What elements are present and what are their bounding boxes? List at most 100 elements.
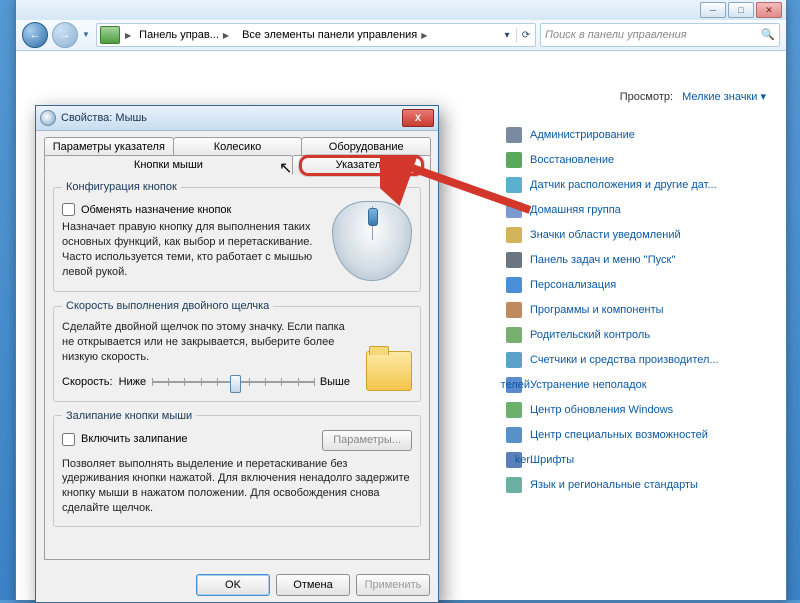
item-icon bbox=[506, 152, 522, 168]
speed-slider[interactable] bbox=[152, 373, 314, 391]
click-lock-checkbox[interactable]: Включить залипание bbox=[62, 433, 314, 446]
slider-high-label: Выше bbox=[320, 376, 350, 388]
item-label: Датчик расположения и другие дат... bbox=[530, 179, 717, 191]
mouse-illustration bbox=[332, 201, 412, 281]
obscured-column: телей ker bbox=[475, 372, 530, 472]
explorer-toolbar: ← → ▼ ▶ Панель управ...▶ Все элементы па… bbox=[16, 20, 786, 51]
slider-thumb[interactable] bbox=[230, 375, 241, 393]
control-panel-item[interactable]: Датчик расположения и другие дат... bbox=[506, 172, 766, 197]
item-icon bbox=[506, 202, 522, 218]
mouse-icon bbox=[40, 110, 56, 126]
apply-button: Применить bbox=[356, 574, 430, 596]
item-label: Родительский контроль bbox=[530, 329, 650, 341]
breadcrumb-segment[interactable]: Панель управ...▶ bbox=[133, 24, 236, 46]
maximize-button[interactable]: □ bbox=[728, 2, 754, 18]
tab-buttons[interactable]: Кнопки мыши bbox=[44, 155, 293, 175]
control-panel-item[interactable]: Счетчики и средства производител... bbox=[506, 347, 766, 372]
item-icon bbox=[506, 477, 522, 493]
control-panel-item[interactable]: Язык и региональные стандарты bbox=[506, 472, 766, 497]
address-bar[interactable]: ▶ Панель управ...▶ Все элементы панели у… bbox=[96, 23, 536, 47]
search-placeholder: Поиск в панели управления bbox=[545, 29, 687, 41]
list-item[interactable]: телей bbox=[475, 372, 530, 397]
checkbox-input[interactable] bbox=[62, 203, 75, 216]
control-panel-item[interactable]: Программы и компоненты bbox=[506, 297, 766, 322]
item-label: Персонализация bbox=[530, 279, 616, 291]
ok-button[interactable]: OK bbox=[196, 574, 270, 596]
group-legend: Скорость выполнения двойного щелчка bbox=[62, 300, 273, 312]
group-legend: Залипание кнопки мыши bbox=[62, 410, 196, 422]
item-label: Счетчики и средства производител... bbox=[530, 354, 719, 366]
tab-pointers[interactable]: Указатели bbox=[292, 155, 431, 174]
control-panel-list: Администрирование Восстановление Датчик ра… bbox=[506, 122, 766, 497]
control-panel-item[interactable]: Центр специальных возможностей bbox=[506, 422, 766, 447]
description-text: Сделайте двойной щелчок по этому значку.… bbox=[62, 320, 350, 365]
item-label: Центр специальных возможностей bbox=[530, 429, 708, 441]
breadcrumb-segment[interactable]: Все элементы панели управления▶ bbox=[236, 24, 434, 46]
item-label: Администрирование bbox=[530, 129, 635, 141]
item-label: Значки области уведомлений bbox=[530, 229, 681, 241]
item-icon bbox=[506, 127, 522, 143]
control-panel-item[interactable]: Значки области уведомлений bbox=[506, 222, 766, 247]
item-label: Шрифты bbox=[530, 454, 574, 466]
dialog-titlebar[interactable]: Свойства: Мышь X bbox=[36, 106, 438, 131]
item-icon bbox=[506, 327, 522, 343]
forward-button[interactable]: → bbox=[52, 22, 78, 48]
click-lock-group: Залипание кнопки мыши Включить залипание… bbox=[53, 410, 421, 527]
view-mode-link[interactable]: Мелкие значки ▾ bbox=[682, 91, 766, 103]
tab-label: Указатели bbox=[336, 159, 388, 171]
list-item[interactable]: ker bbox=[475, 447, 530, 472]
control-panel-item[interactable]: Восстановление bbox=[506, 147, 766, 172]
refresh-button[interactable]: ⟳ bbox=[517, 26, 535, 44]
item-icon bbox=[506, 227, 522, 243]
nav-history-dropdown[interactable]: ▼ bbox=[82, 30, 92, 40]
breadcrumb-label: Панель управ... bbox=[139, 29, 219, 41]
checkbox-input[interactable] bbox=[62, 433, 75, 446]
tab-wheel[interactable]: Колесико bbox=[173, 137, 303, 156]
description-text: Назначает правую кнопку для выполнения т… bbox=[62, 220, 322, 279]
mouse-properties-dialog: Свойства: Мышь X Параметры указателя Кол… bbox=[35, 105, 439, 603]
search-icon: 🔍 bbox=[761, 28, 775, 42]
dialog-button-row: OK Отмена Применить bbox=[36, 568, 438, 602]
tab-pointer-options[interactable]: Параметры указателя bbox=[44, 137, 174, 156]
button-config-group: Конфигурация кнопок Обменять назначение … bbox=[53, 181, 421, 292]
control-panel-item[interactable]: Панель задач и меню ''Пуск'' bbox=[506, 247, 766, 272]
control-panel-item[interactable]: Родительский контроль bbox=[506, 322, 766, 347]
address-dropdown[interactable]: ▾ bbox=[498, 26, 516, 44]
tab-hardware[interactable]: Оборудование bbox=[301, 137, 431, 156]
item-label: Язык и региональные стандарты bbox=[530, 479, 698, 491]
description-text: Позволяет выполнять выделение и перетаск… bbox=[62, 457, 412, 516]
checkbox-label: Включить залипание bbox=[81, 433, 188, 445]
back-button[interactable]: ← bbox=[22, 22, 48, 48]
control-panel-item[interactable]: Администрирование bbox=[506, 122, 766, 147]
control-panel-item[interactable]: Шрифты bbox=[506, 447, 766, 472]
click-lock-settings-button: Параметры... bbox=[322, 430, 412, 451]
item-icon bbox=[506, 177, 522, 193]
dialog-close-button[interactable]: X bbox=[402, 109, 434, 127]
item-label: Центр обновления Windows bbox=[530, 404, 673, 416]
cancel-button[interactable]: Отмена bbox=[276, 574, 350, 596]
close-button[interactable]: ✕ bbox=[756, 2, 782, 18]
item-label: Панель задач и меню ''Пуск'' bbox=[530, 254, 676, 266]
double-click-speed-group: Скорость выполнения двойного щелчка Сдел… bbox=[53, 300, 421, 402]
control-panel-item[interactable]: Персонализация bbox=[506, 272, 766, 297]
window-caption-bar: ─ □ ✕ bbox=[16, 0, 786, 20]
item-icon bbox=[506, 302, 522, 318]
checkbox-label: Обменять назначение кнопок bbox=[81, 204, 231, 216]
view-mode: Просмотр: Мелкие значки ▾ bbox=[620, 90, 766, 103]
swap-buttons-checkbox[interactable]: Обменять назначение кнопок bbox=[62, 203, 322, 216]
slider-low-label: Ниже bbox=[119, 376, 147, 388]
search-input[interactable]: Поиск в панели управления 🔍 bbox=[540, 23, 780, 47]
control-panel-item[interactable]: Центр обновления Windows bbox=[506, 397, 766, 422]
breadcrumb-label: Все элементы панели управления bbox=[242, 29, 417, 41]
item-label: Домашняя группа bbox=[530, 204, 621, 216]
test-folder-icon[interactable] bbox=[366, 351, 412, 391]
item-icon bbox=[506, 277, 522, 293]
item-icon bbox=[506, 352, 522, 368]
minimize-button[interactable]: ─ bbox=[700, 2, 726, 18]
item-label: Программы и компоненты bbox=[530, 304, 664, 316]
dialog-title: Свойства: Мышь bbox=[61, 112, 397, 124]
item-icon bbox=[506, 252, 522, 268]
control-panel-item[interactable]: Устранение неполадок bbox=[506, 372, 766, 397]
item-label: Устранение неполадок bbox=[530, 379, 647, 391]
control-panel-item[interactable]: Домашняя группа bbox=[506, 197, 766, 222]
